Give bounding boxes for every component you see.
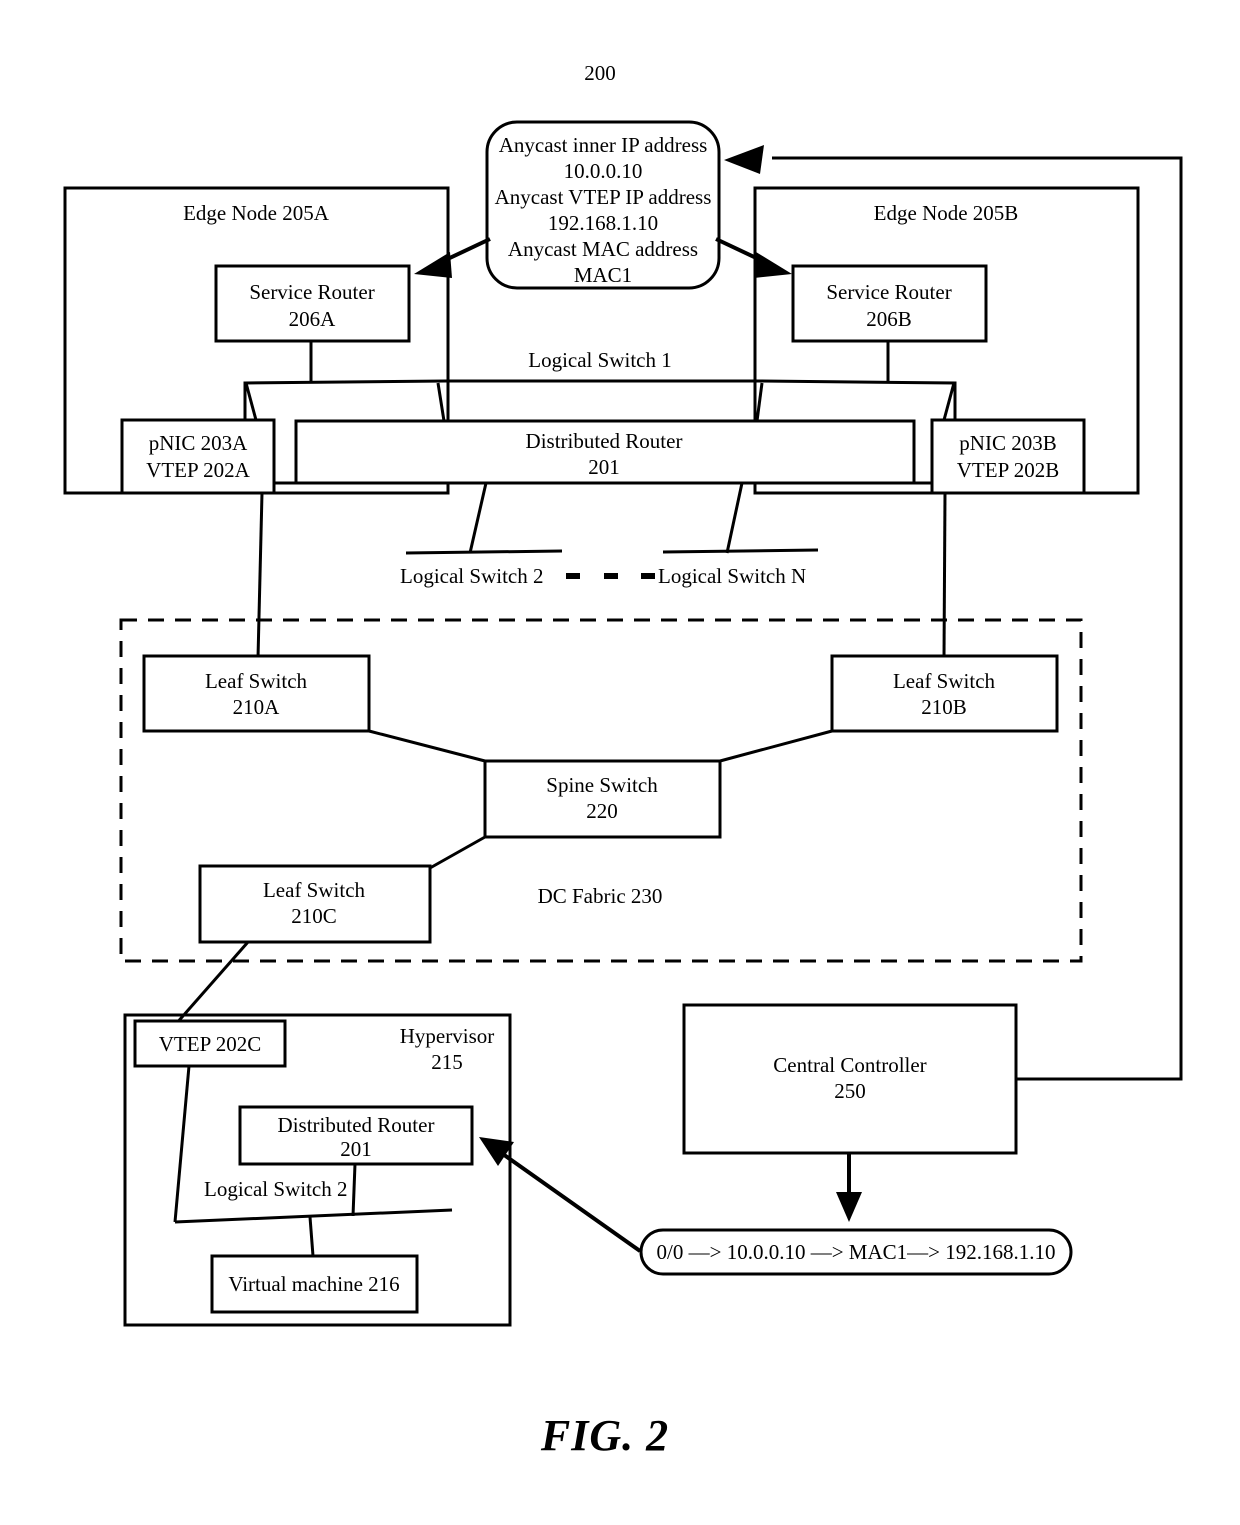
leaf-switch-210a-line2: 210A [233, 695, 281, 719]
anycast-mac-label: Anycast MAC address [508, 237, 698, 261]
logical-switch-n-label: Logical Switch N [658, 564, 806, 588]
logical-switch-2-bar [405, 549, 563, 555]
central-controller-250-line1: Central Controller [773, 1053, 926, 1077]
logical-switch-1-label: Logical Switch 1 [528, 348, 671, 372]
pnic-203a-label: pNIC 203A [149, 431, 248, 455]
leaf-switch-210a-box[interactable] [142, 654, 371, 733]
spine-switch-220-line2: 220 [586, 799, 618, 823]
vtep-202a-label: VTEP 202A [146, 458, 250, 482]
service-router-206b-label-line2: 206B [866, 307, 912, 331]
vtep-202c-to-logical-switch-2-link [173, 1065, 191, 1223]
ls1-to-pnic-203b-link [942, 382, 956, 421]
figure-reference-numeral: 200 [584, 61, 616, 85]
hypervisor-logical-switch-2-bar [174, 1208, 453, 1224]
arrow-head-into-service-router-206b [754, 252, 792, 278]
arrow-head-into-service-router-206a [414, 252, 452, 278]
distributed-router-201-hv-line1: Distributed Router [278, 1113, 435, 1137]
edge-node-205b-title: Edge Node 205B [874, 201, 1019, 225]
route-rule-callout-text: 0/0 —> 10.0.0.10 —> MAC1—> 192.168.1.10 [657, 1240, 1056, 1264]
service-router-206a-label-line1: Service Router [249, 280, 374, 304]
leaf-210a-to-spine-link [368, 729, 486, 763]
leaf-switch-210b-line2: 210B [921, 695, 967, 719]
virtual-machine-216-label: Virtual machine 216 [228, 1272, 399, 1296]
ls1-to-pnic-203a-link [244, 382, 258, 421]
leaf-210c-to-spine-link [429, 835, 486, 870]
logical-switch-2-label: Logical Switch 2 [400, 564, 543, 588]
pnic-203b-label: pNIC 203B [959, 431, 1056, 455]
distributed-router-201-hv-line2: 201 [340, 1137, 372, 1161]
anycast-vtep-ip-label: Anycast VTEP IP address [495, 185, 712, 209]
pnic-203a-to-leaf-210a-link [256, 492, 264, 659]
service-router-206b-label-line1: Service Router [826, 280, 951, 304]
leaf-switch-210c-line1: Leaf Switch [263, 878, 366, 902]
patent-figure-200: 200 Edge Node 205A Edge Node 205B Servic… [0, 0, 1240, 1525]
anycast-vtep-ip-value: 192.168.1.10 [548, 211, 658, 235]
dr-201-to-logical-switch-2-link [351, 1163, 357, 1217]
figure-caption: FIG. 2 [540, 1411, 669, 1460]
vtep-202b-label: VTEP 202B [957, 458, 1059, 482]
anycast-mac-value: MAC1 [574, 263, 632, 287]
route-rule-to-distributed-router-link [498, 1150, 642, 1253]
logical-switch-2-to-vm-216-link [308, 1216, 315, 1257]
leaf-210b-to-spine-link [719, 729, 833, 763]
arrow-head-into-anycast-callout [724, 145, 764, 174]
leaf-210c-to-vtep-202c-link [166, 941, 250, 1034]
distributed-router-201-top-line2: 201 [588, 455, 620, 479]
ls1-to-dr-link-left [436, 382, 446, 422]
arrow-head-into-route-rule [836, 1192, 862, 1222]
leaf-switch-210b-box[interactable] [830, 654, 1059, 733]
vtep-202c-label: VTEP 202C [159, 1032, 261, 1056]
hypervisor-215-title-line1: Hypervisor [400, 1024, 494, 1048]
anycast-inner-ip-value: 10.0.0.10 [564, 159, 643, 183]
hypervisor-logical-switch-2-label: Logical Switch 2 [204, 1177, 347, 1201]
central-controller-250-line2: 250 [834, 1079, 866, 1103]
anycast-inner-ip-label: Anycast inner IP address [499, 133, 708, 157]
edge-node-205a-title: Edge Node 205A [183, 201, 330, 225]
service-router-206a-label-line2: 206A [289, 307, 337, 331]
leaf-switch-210b-line1: Leaf Switch [893, 669, 996, 693]
leaf-switch-210c-line2: 210C [291, 904, 337, 928]
ls1-to-dr-link-right [755, 382, 764, 422]
leaf-switch-210a-line1: Leaf Switch [205, 669, 308, 693]
dc-fabric-230-label: DC Fabric 230 [538, 884, 663, 908]
logical-switch-n-bar [662, 548, 819, 554]
dr-to-logical-switch-n-link [725, 482, 744, 554]
distributed-router-201-top-line1: Distributed Router [526, 429, 683, 453]
hypervisor-215-title-line2: 215 [431, 1050, 463, 1074]
pnic-203b-to-leaf-210b-link [942, 492, 947, 659]
dr-to-logical-switch-2-link [468, 482, 488, 554]
network-architecture-diagram: 200 Edge Node 205A Edge Node 205B Servic… [63, 61, 1183, 1460]
spine-switch-220-line1: Spine Switch [546, 773, 658, 797]
